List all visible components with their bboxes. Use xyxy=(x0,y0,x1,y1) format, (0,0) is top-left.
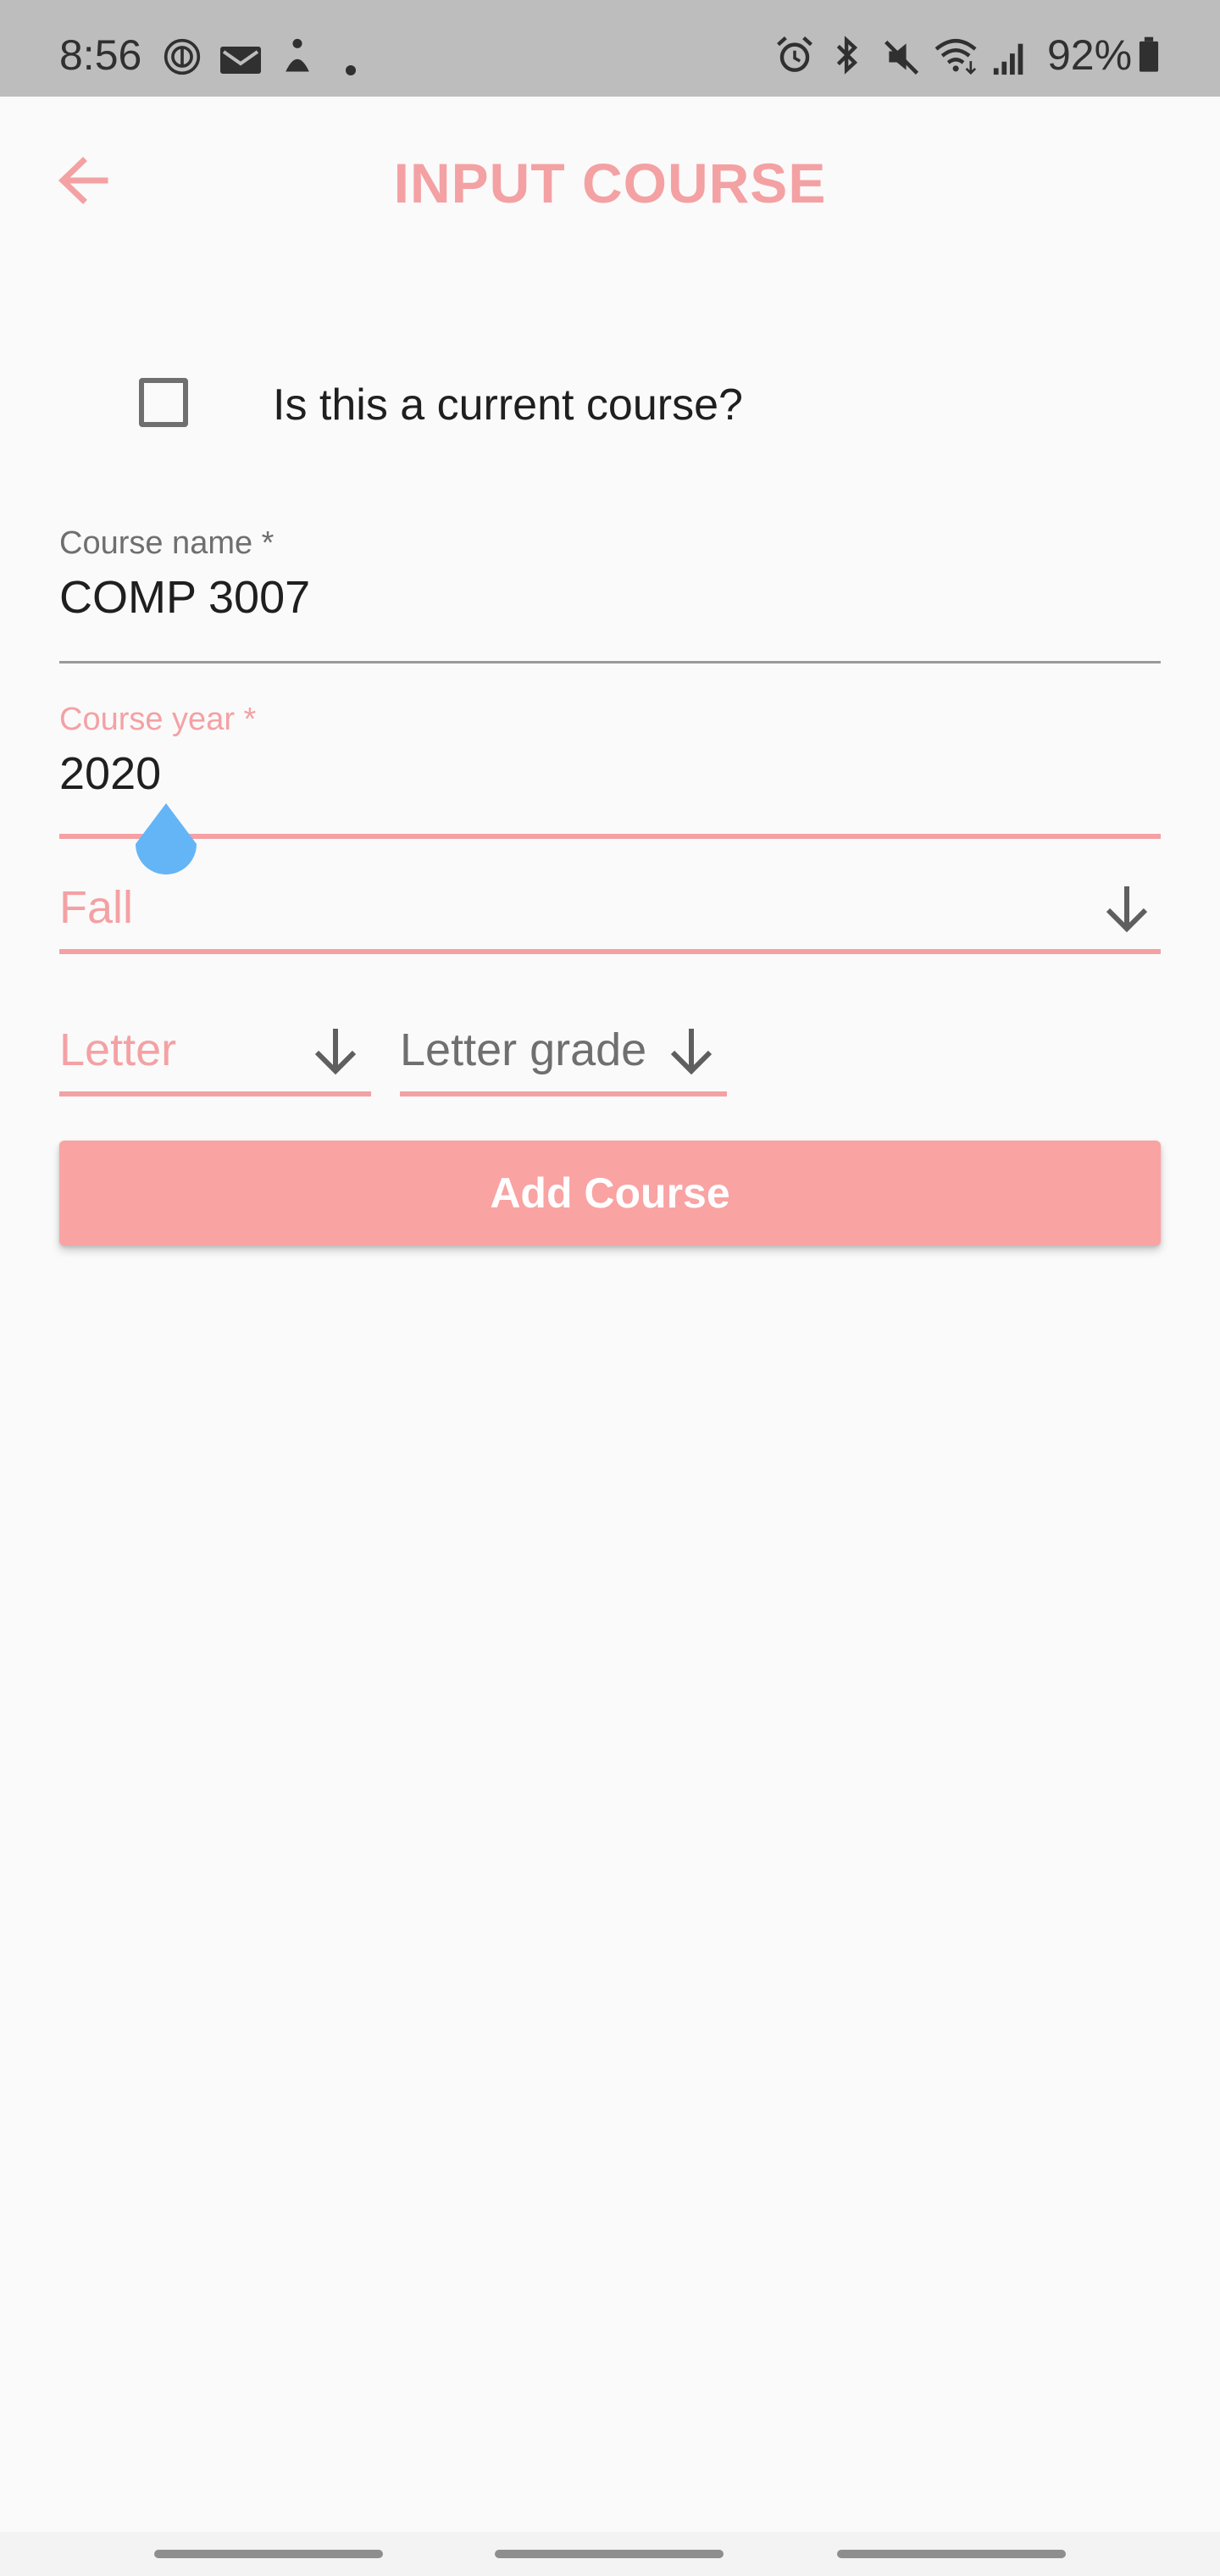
accessibility-icon xyxy=(286,38,309,72)
course-year-label: Course year * xyxy=(59,702,257,737)
system-nav-bar xyxy=(0,2532,1220,2576)
course-year-underline xyxy=(59,834,1161,839)
course-year-value: 2020 xyxy=(59,748,162,799)
wifi-icon xyxy=(934,38,977,75)
chevron-down-icon xyxy=(1106,886,1148,933)
battery-percent: 92% xyxy=(1047,31,1133,79)
letter-grade-underline xyxy=(400,1091,727,1096)
status-bar: 8:56 92% xyxy=(0,0,1220,97)
letter-grade-placeholder: Letter grade xyxy=(400,1024,647,1075)
status-time: 8:56 xyxy=(59,31,142,79)
current-course-label: Is this a current course? xyxy=(273,380,743,430)
course-year-field[interactable]: Course year * 2020 xyxy=(59,685,1161,846)
battery-icon xyxy=(1139,36,1159,72)
dot-icon xyxy=(346,65,356,75)
course-name-label: Course name * xyxy=(59,525,274,561)
nav-recents-button[interactable] xyxy=(154,2550,383,2558)
nav-back-button[interactable] xyxy=(837,2550,1066,2558)
course-name-field[interactable]: Course name * COMP 3007 xyxy=(59,508,1161,666)
bluetooth-icon xyxy=(836,36,858,75)
signal-icon xyxy=(993,43,1023,75)
term-underline xyxy=(59,949,1161,954)
mail-icon xyxy=(220,47,261,74)
mute-icon xyxy=(884,40,919,75)
letter-grade-dropdown[interactable]: Letter grade xyxy=(400,1008,727,1098)
chevron-down-icon xyxy=(314,1029,357,1075)
term-value: Fall xyxy=(59,882,134,933)
add-course-button[interactable]: Add Course xyxy=(59,1141,1161,1246)
course-name-underline xyxy=(59,661,1161,663)
nav-home-button[interactable] xyxy=(495,2550,724,2558)
alarm-icon xyxy=(777,36,812,72)
current-course-checkbox[interactable] xyxy=(139,378,188,427)
term-dropdown[interactable]: Fall xyxy=(59,864,1161,954)
grade-type-underline xyxy=(59,1091,371,1096)
course-name-value: COMP 3007 xyxy=(59,572,311,623)
data-saver-icon xyxy=(164,38,201,75)
chevron-down-icon xyxy=(670,1029,713,1075)
page-title: INPUT COURSE xyxy=(393,152,827,214)
grade-type-value: Letter xyxy=(59,1024,177,1075)
grade-type-dropdown[interactable]: Letter xyxy=(59,1008,371,1098)
